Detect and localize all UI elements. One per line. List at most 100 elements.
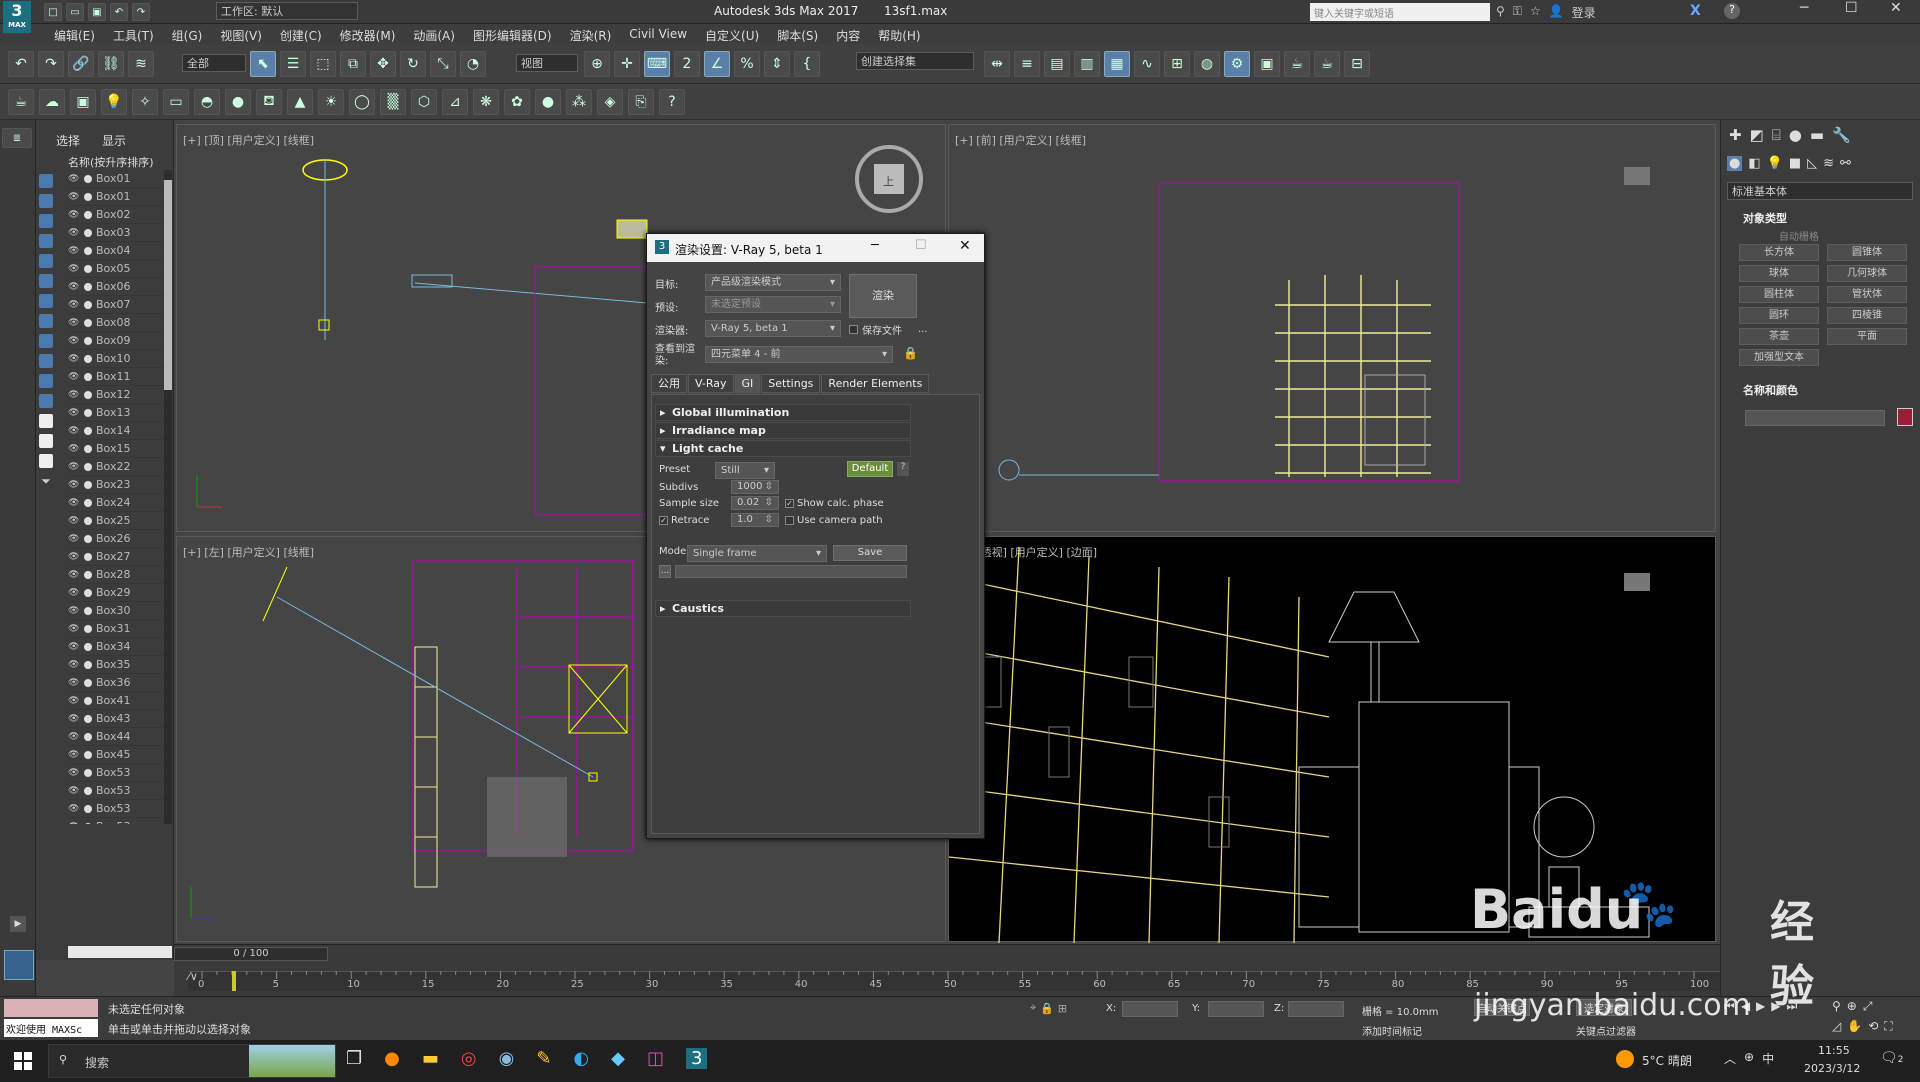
star-icon[interactable]: ☆ [1530, 4, 1541, 21]
visibility-eye-icon[interactable]: 👁 [68, 318, 82, 328]
scene-list-item[interactable]: 👁 Box09 [68, 332, 164, 350]
scene-list-item[interactable]: 👁 Box29 [68, 584, 164, 602]
scene-scrollbar[interactable] [164, 170, 172, 824]
fov-icon[interactable]: ◿ [1832, 1019, 1841, 1034]
display-tab-icon[interactable]: ▬ [1810, 126, 1824, 144]
shapes-icon[interactable]: ◧ [1748, 156, 1760, 171]
mesh-light-icon[interactable]: ⛾ [256, 89, 282, 115]
app-icon-2[interactable]: ◉ [499, 1048, 515, 1069]
minimize-button[interactable]: ─ [1800, 0, 1808, 16]
visibility-eye-icon[interactable]: 👁 [68, 372, 82, 382]
visibility-eye-icon[interactable]: 👁 [68, 552, 82, 562]
visibility-eye-icon[interactable]: 👁 [68, 174, 82, 184]
angle-snap-icon[interactable]: ∠ [704, 51, 730, 77]
render-toggle-icon[interactable] [84, 192, 92, 201]
render-toggle-icon[interactable] [84, 480, 92, 489]
scene-list-item[interactable]: 👁 Box02 [68, 206, 164, 224]
clock-date[interactable]: 2023/3/12 [1804, 1062, 1860, 1075]
render-toggle-icon[interactable] [84, 462, 92, 471]
render-toggle-icon[interactable] [84, 750, 92, 759]
render-toggle-icon[interactable] [84, 210, 92, 219]
visibility-eye-icon[interactable]: 👁 [68, 462, 82, 472]
render-toggle-icon[interactable] [84, 282, 92, 291]
scene-list-item[interactable]: 👁 Box22 [68, 458, 164, 476]
schematic-view-icon[interactable]: ⊞ [1164, 51, 1190, 77]
object-color-swatch[interactable] [1897, 408, 1913, 426]
render-button[interactable]: 渲染 [849, 274, 917, 318]
render-toggle-icon[interactable] [84, 372, 92, 381]
filter-bone-icon[interactable] [39, 334, 53, 348]
selection-filter-dropdown[interactable]: 全部 [182, 54, 246, 72]
edit-named-sel-icon[interactable]: { [794, 51, 820, 77]
menu-7[interactable]: 图形编辑器(D) [465, 25, 560, 46]
camera-path-checkbox[interactable] [785, 516, 794, 525]
open-file-icon[interactable]: ▭ [66, 3, 84, 21]
pivot-center-icon[interactable]: ⊕ [584, 51, 610, 77]
render-toggle-icon[interactable] [84, 264, 92, 273]
scene-list-item[interactable]: 👁 Box10 [68, 350, 164, 368]
snap-toggle-icon[interactable]: 2 [674, 51, 700, 77]
helpers-icon[interactable]: ◺ [1807, 156, 1817, 171]
task-view-icon[interactable]: ❐ [346, 1048, 362, 1069]
key-filters-button[interactable]: 关键点过滤器 [1576, 1023, 1636, 1038]
create-object-button[interactable]: 圆环 [1739, 307, 1819, 324]
render-toggle-icon[interactable] [84, 516, 92, 525]
dialog-titlebar[interactable]: 3 渲染设置: V-Ray 5, beta 1 ─ ☐ ✕ [647, 234, 984, 262]
spinner-snap-icon[interactable]: ⇕ [764, 51, 790, 77]
select-manipulate-icon[interactable]: ✛ [614, 51, 640, 77]
visibility-eye-icon[interactable]: 👁 [68, 300, 82, 310]
geometry-type-dropdown[interactable]: 标准基本体 [1727, 182, 1913, 200]
tab-display[interactable]: 显示 [102, 132, 126, 149]
scene-list-item[interactable]: 👁 Box26 [68, 530, 164, 548]
window-crossing-icon[interactable]: ⧉ [340, 51, 366, 77]
render-toggle-icon[interactable] [84, 606, 92, 615]
visibility-eye-icon[interactable]: 👁 [68, 696, 82, 706]
login-link[interactable]: 登录 [1572, 4, 1596, 21]
create-tab-icon[interactable]: ✚ [1729, 126, 1742, 144]
scene-list-item[interactable]: 👁 Box13 [68, 404, 164, 422]
app-icon-4[interactable]: ◫ [647, 1048, 664, 1069]
x-coord-field[interactable] [1122, 1001, 1178, 1017]
maximize-viewport-icon[interactable]: ⛶ [1884, 1019, 1892, 1034]
create-object-button[interactable]: 球体 [1739, 265, 1819, 282]
target-dropdown[interactable]: 产品级渲染模式 ▾ [705, 274, 841, 291]
dialog-tab-2[interactable]: GI [734, 374, 761, 393]
save-file-icon[interactable]: ▣ [88, 3, 106, 21]
edge-icon[interactable]: ◐ [573, 1048, 589, 1069]
lights-icon[interactable]: 💡 [1767, 156, 1783, 171]
dialog-maximize-button[interactable]: ☐ [915, 238, 927, 253]
render-toggle-icon[interactable] [84, 660, 92, 669]
visibility-eye-icon[interactable]: 👁 [68, 570, 82, 580]
visibility-eye-icon[interactable]: 👁 [68, 732, 82, 742]
multiscatter-icon[interactable]: ⁂ [566, 89, 592, 115]
scene-list-item[interactable]: 👁 Box12 [68, 386, 164, 404]
scene-list-item[interactable]: 👁 Box08 [68, 314, 164, 332]
visibility-eye-icon[interactable]: 👁 [68, 390, 82, 400]
network-icon[interactable]: ⊕ [1744, 1050, 1754, 1067]
new-file-icon[interactable]: □ [44, 3, 62, 21]
render-toggle-icon[interactable] [84, 624, 92, 633]
create-object-button[interactable]: 长方体 [1739, 244, 1819, 261]
filter-spacewarp-icon[interactable] [39, 274, 53, 288]
sky-icon[interactable]: ◯ [349, 89, 375, 115]
scene-list-item[interactable]: 👁 Box41 [68, 692, 164, 710]
renderer-dropdown[interactable]: V-Ray 5, beta 1 ▾ [705, 320, 841, 337]
scene-list-item[interactable]: 👁 Box27 [68, 548, 164, 566]
viewcube-label[interactable]: 上 [883, 173, 894, 189]
visibility-eye-icon[interactable]: 👁 [68, 282, 82, 292]
render-iterative-icon[interactable]: ☕ [1314, 51, 1340, 77]
filter-xref-icon[interactable] [39, 314, 53, 328]
physical-camera-icon[interactable]: ❋ [473, 89, 499, 115]
select-object-icon[interactable]: ⬉ [250, 51, 276, 77]
close-button[interactable]: ✕ [1890, 0, 1902, 16]
scene-list-item[interactable]: 👁 Box36 [68, 674, 164, 692]
teapot-icon[interactable]: ☕ [8, 89, 34, 115]
visibility-eye-icon[interactable]: 👁 [68, 192, 82, 202]
create-object-button[interactable]: 圆柱体 [1739, 286, 1819, 303]
dome-light-icon[interactable]: ◓ [194, 89, 220, 115]
visibility-eye-icon[interactable]: 👁 [68, 516, 82, 526]
scene-list-item[interactable]: 👁 Box03 [68, 224, 164, 242]
search-input[interactable]: 键入关键字或短语 [1310, 3, 1490, 21]
preset-dropdown[interactable]: 未选定预设 ▾ [705, 296, 841, 313]
filter-frozen-icon[interactable] [39, 374, 53, 388]
